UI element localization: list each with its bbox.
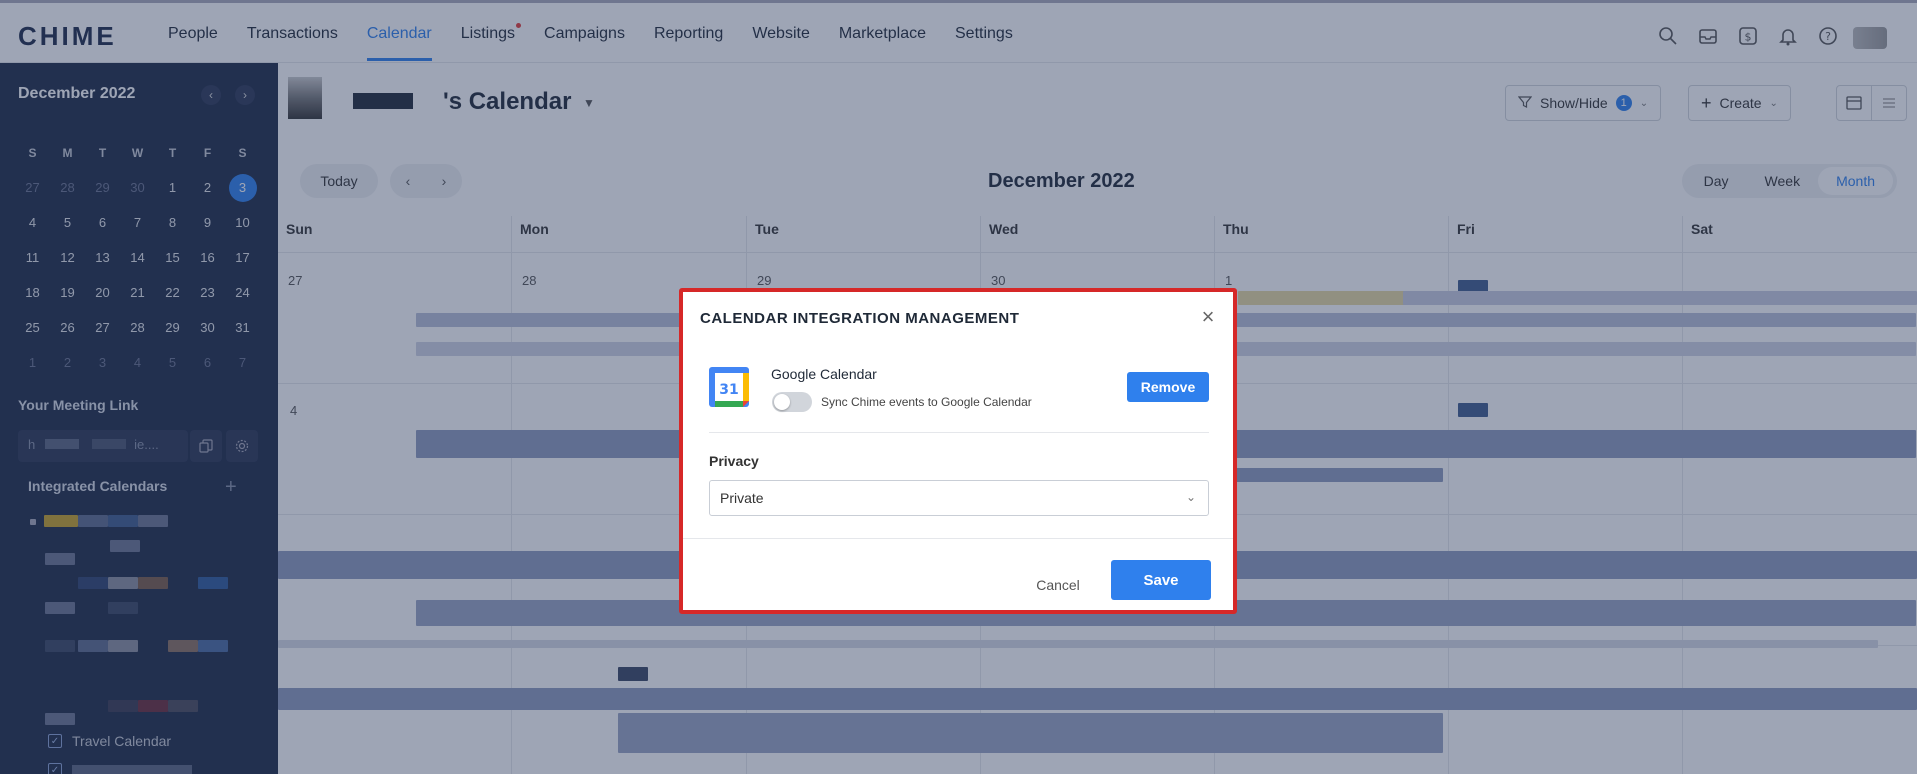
integration-service-name: Google Calendar <box>771 366 877 382</box>
google-calendar-icon: 31 <box>709 367 749 407</box>
divider <box>709 432 1209 433</box>
calendar-integration-modal: CALENDAR INTEGRATION MANAGEMENT × 31 Goo… <box>679 288 1237 614</box>
privacy-select[interactable]: Private ⌄ <box>709 480 1209 516</box>
remove-button[interactable]: Remove <box>1127 372 1209 402</box>
sync-toggle[interactable] <box>772 392 812 412</box>
save-button[interactable]: Save <box>1111 560 1211 600</box>
privacy-selected-value: Private <box>720 490 764 506</box>
close-icon[interactable]: × <box>1197 306 1219 328</box>
modal-title: CALENDAR INTEGRATION MANAGEMENT <box>700 310 1020 327</box>
sync-description: Sync Chime events to Google Calendar <box>821 395 1032 409</box>
divider <box>683 538 1233 539</box>
google-calendar-icon-text: 31 <box>719 382 738 398</box>
cancel-button[interactable]: Cancel <box>1018 568 1098 602</box>
privacy-label: Privacy <box>709 453 759 469</box>
chevron-down-icon: ⌄ <box>1185 490 1196 504</box>
